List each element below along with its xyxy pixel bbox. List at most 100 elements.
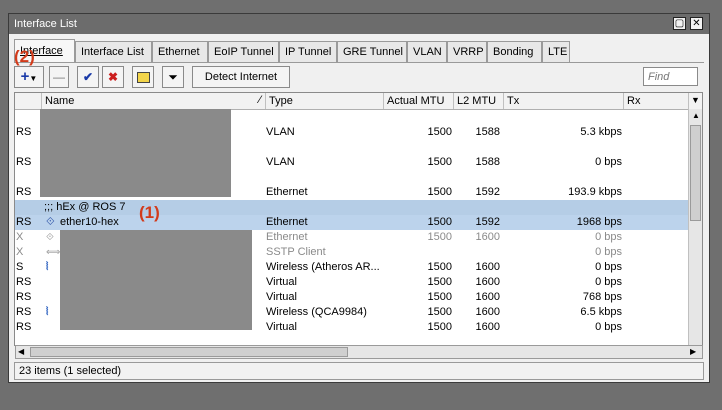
- row-actual-mtu: 1500: [427, 306, 452, 318]
- interface-table: Name ⁄ Type Actual MTU L2 MTU Tx Rx ▼ ;;;…: [14, 92, 703, 346]
- remove-button[interactable]: —: [49, 66, 69, 88]
- row-l2-mtu: 1600: [475, 291, 500, 303]
- tab-divider: [14, 62, 704, 63]
- add-button[interactable]: +▼: [14, 66, 44, 88]
- row-type: Wireless (QCA9984): [266, 306, 367, 318]
- scroll-up-icon[interactable]: ▲: [692, 111, 700, 121]
- row-tx: 6.5 kbps: [580, 306, 622, 318]
- row-type: Virtual: [266, 291, 297, 303]
- row-l2-mtu: 1600: [475, 276, 500, 288]
- row-flags: X: [16, 231, 24, 243]
- checkmark-icon: ✔: [82, 70, 94, 84]
- close-icon[interactable]: ✕: [690, 17, 703, 30]
- row-type: VLAN: [266, 156, 295, 168]
- find-input[interactable]: Find: [643, 67, 698, 86]
- col-rx[interactable]: Rx: [624, 93, 689, 109]
- tab-vlan[interactable]: VLAN: [407, 41, 447, 62]
- col-name-label: Name: [45, 95, 75, 107]
- scroll-left-icon[interactable]: ◀: [18, 347, 24, 357]
- row-tx: 0 bps: [595, 231, 622, 243]
- enable-button[interactable]: ✔: [77, 66, 99, 88]
- tab-ip-tunnel[interactable]: IP Tunnel: [279, 41, 337, 62]
- dropdown-arrow-icon: ▼: [29, 74, 38, 83]
- window-titlebar[interactable]: Interface List ▢ ✕: [9, 14, 709, 34]
- row-flags: RS: [16, 126, 32, 138]
- row-type: Virtual: [266, 276, 297, 288]
- col-actual-mtu[interactable]: Actual MTU: [384, 93, 454, 109]
- sort-icon: ⁄: [259, 94, 261, 106]
- comment-row[interactable]: ;;; hEx @ ROS 7: [15, 200, 689, 215]
- col-type[interactable]: Type: [266, 93, 384, 109]
- row-actual-mtu: 1500: [427, 216, 452, 228]
- row-tx: 0 bps: [595, 276, 622, 288]
- row-flags: S: [16, 261, 24, 273]
- tab-lte[interactable]: LTE: [542, 41, 570, 62]
- interface-list-window: Interface List ▢ ✕ Interface Interface L…: [8, 13, 710, 383]
- row-flags: RS: [16, 216, 32, 228]
- redacted-block-bottom: [60, 230, 252, 330]
- vertical-scroll-thumb[interactable]: [690, 125, 701, 221]
- status-bar: 23 items (1 selected): [14, 362, 704, 380]
- row-tx: 768 bps: [582, 291, 622, 303]
- tab-gre-tunnel[interactable]: GRE Tunnel: [337, 41, 407, 62]
- col-tx[interactable]: Tx: [504, 93, 624, 109]
- col-l2-mtu[interactable]: L2 MTU: [454, 93, 504, 109]
- minus-icon: —: [53, 70, 65, 84]
- col-flags[interactable]: [15, 93, 42, 109]
- ethernet-port-icon: ⟐: [46, 216, 55, 228]
- annotation-2: (2): [14, 47, 35, 66]
- filter-button[interactable]: ⏷: [162, 66, 184, 88]
- wireless-icon: ⦚: [46, 306, 49, 318]
- row-name: ether10-hex: [60, 216, 119, 228]
- row-l2-mtu: 1600: [475, 306, 500, 318]
- tab-interface-list[interactable]: Interface List: [75, 41, 152, 62]
- tab-ethernet[interactable]: Ethernet: [152, 41, 208, 62]
- row-actual-mtu: 1500: [427, 276, 452, 288]
- tab-vrrp[interactable]: VRRP: [447, 41, 487, 62]
- col-name[interactable]: Name ⁄: [42, 93, 266, 109]
- row-tx: 5.3 kbps: [580, 126, 622, 138]
- horizontal-scroll-thumb[interactable]: [30, 347, 348, 357]
- window-title: Interface List: [14, 18, 77, 30]
- disable-button[interactable]: ✖: [102, 66, 124, 88]
- row-flags: RS: [16, 291, 32, 303]
- row-actual-mtu: 1500: [427, 291, 452, 303]
- vertical-scrollbar[interactable]: ▲: [688, 109, 702, 345]
- annotation-1: (1): [139, 203, 160, 222]
- detect-internet-button[interactable]: Detect Internet: [192, 66, 290, 88]
- toolbar: +▼ — ✔ ✖ ⏷ Detect Internet Find: [14, 66, 704, 90]
- horizontal-scrollbar[interactable]: ◀ ▶: [15, 345, 703, 359]
- row-type: Ethernet: [266, 186, 308, 198]
- row-actual-mtu: 1500: [427, 261, 452, 273]
- row-flags: RS: [16, 156, 32, 168]
- row-actual-mtu: 1500: [427, 156, 452, 168]
- note-icon: [136, 72, 150, 83]
- row-l2-mtu: 1592: [475, 186, 500, 198]
- column-menu-icon[interactable]: ▼: [689, 93, 702, 109]
- row-tx: 193.9 kbps: [568, 186, 622, 198]
- tunnel-icon: ⟺: [46, 247, 61, 258]
- row-l2-mtu: 1600: [475, 261, 500, 273]
- comment-button[interactable]: [132, 66, 154, 88]
- row-actual-mtu: 1500: [427, 321, 452, 333]
- wireless-icon: ⦚: [46, 261, 49, 273]
- row-flags: RS: [16, 321, 32, 333]
- maximize-icon[interactable]: ▢: [673, 17, 686, 30]
- row-type: VLAN: [266, 126, 295, 138]
- tab-eoip-tunnel[interactable]: EoIP Tunnel: [208, 41, 279, 62]
- table-row[interactable]: RS ether10-hex Ethernet 1500 1592 1968 bps ⟐: [15, 215, 689, 230]
- row-flags: RS: [16, 186, 32, 198]
- ethernet-port-icon: ⟐: [46, 232, 54, 243]
- row-l2-mtu: 1592: [475, 216, 500, 228]
- row-type: Ethernet: [266, 216, 308, 228]
- row-flags: X: [16, 246, 24, 258]
- redacted-block-top: [40, 109, 231, 197]
- row-flags: RS: [16, 276, 32, 288]
- row-type: SSTP Client: [266, 246, 326, 258]
- row-tx: 0 bps: [595, 261, 622, 273]
- x-mark-icon: ✖: [107, 70, 119, 84]
- tab-bonding[interactable]: Bonding: [487, 41, 542, 62]
- row-l2-mtu: 1588: [475, 156, 500, 168]
- row-tx: 0 bps: [595, 156, 622, 168]
- scroll-right-icon[interactable]: ▶: [690, 347, 696, 357]
